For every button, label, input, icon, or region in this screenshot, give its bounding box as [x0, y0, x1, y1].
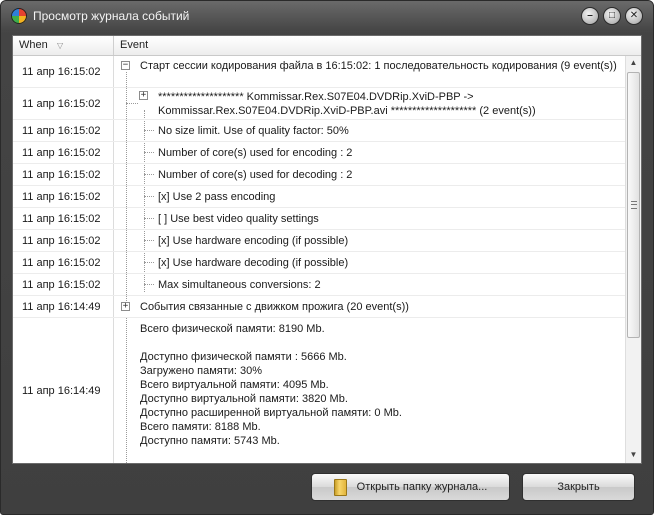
- close-button[interactable]: Закрыть: [522, 473, 635, 501]
- row-event: [x] Use 2 pass encoding: [158, 191, 276, 203]
- column-header-when-label: When: [19, 39, 48, 51]
- tree-branch: [144, 262, 154, 263]
- row-event: No size limit. Use of quality factor: 50…: [158, 125, 349, 137]
- row-event: Max simultaneous conversions: 2: [158, 279, 321, 291]
- title-bar[interactable]: Просмотр журнала событий – □ ✕: [1, 1, 653, 31]
- maximize-button[interactable]: □: [603, 7, 621, 25]
- row-event: Number of core(s) used for encoding : 2: [158, 147, 353, 159]
- table-row[interactable]: 11 апр 16:15:02 No size limit. Use of qu…: [13, 120, 625, 142]
- table-row[interactable]: 11 апр 16:15:02 [x] Use hardware encodin…: [13, 230, 625, 252]
- grip-icon: [631, 201, 637, 209]
- row-time: 11 апр 16:15:02: [13, 274, 114, 295]
- row-time: 11 апр 16:14:49: [13, 318, 114, 463]
- tree-branch: [144, 174, 154, 175]
- row-time: 11 апр 16:15:02: [13, 208, 114, 229]
- scroll-up-icon[interactable]: ▲: [626, 56, 641, 70]
- app-icon: [11, 8, 27, 24]
- table-row[interactable]: 11 апр 16:14:49 Всего физической памяти:…: [13, 318, 625, 463]
- table-row[interactable]: 11 апр 16:15:02 [ ] Use best video quali…: [13, 208, 625, 230]
- tree-branch: [126, 103, 138, 104]
- column-header-when[interactable]: When ▽: [13, 36, 114, 55]
- column-header-event[interactable]: Event: [114, 36, 625, 55]
- row-time: 11 апр 16:15:02: [13, 120, 114, 141]
- scroll-down-icon[interactable]: ▼: [626, 448, 641, 462]
- close-window-button[interactable]: ✕: [625, 7, 643, 25]
- table-row[interactable]: 11 апр 16:15:02 Max simultaneous convers…: [13, 274, 625, 296]
- table-row[interactable]: 11 апр 16:15:02 + ******************** K…: [13, 88, 625, 120]
- table-row[interactable]: 11 апр 16:15:02 Number of core(s) used f…: [13, 164, 625, 186]
- open-log-folder-button[interactable]: Открыть папку журнала...: [311, 473, 510, 501]
- tree-branch: [144, 130, 154, 131]
- row-event: [x] Use hardware encoding (if possible): [158, 235, 349, 247]
- table-row[interactable]: 11 апр 16:15:02 Number of core(s) used f…: [13, 142, 625, 164]
- collapse-toggle-icon[interactable]: −: [121, 61, 130, 70]
- event-log-window: Просмотр журнала событий – □ ✕ When ▽ Ev…: [0, 0, 654, 515]
- row-time: 11 апр 16:15:02: [13, 252, 114, 273]
- tree-branch: [144, 240, 154, 241]
- log-rows: 11 апр 16:15:02 − Старт сессии кодирован…: [13, 56, 625, 463]
- tree-branch: [144, 196, 154, 197]
- row-event: [ ] Use best video quality settings: [158, 213, 319, 225]
- sort-arrow-icon: ▽: [57, 41, 64, 50]
- tree-branch: [144, 152, 154, 153]
- row-time: 11 апр 16:15:02: [13, 142, 114, 163]
- row-event: Всего физической памяти: 8190 Mb. Доступ…: [140, 323, 402, 447]
- row-event: [x] Use hardware decoding (if possible): [158, 257, 349, 269]
- event-log-list: When ▽ Event 11 апр 16:15:02 − Старт сес…: [12, 35, 642, 464]
- table-row[interactable]: 11 апр 16:15:02 [x] Use hardware decodin…: [13, 252, 625, 274]
- expand-toggle-icon[interactable]: +: [139, 91, 148, 100]
- row-event: ******************** Kommissar.Rex.S07E0…: [158, 91, 536, 117]
- row-time: 11 апр 16:15:02: [13, 230, 114, 251]
- table-row[interactable]: 11 апр 16:14:49 + События связанные с дв…: [13, 296, 625, 318]
- open-log-folder-label: Открыть папку журнала...: [356, 481, 488, 493]
- row-time: 11 апр 16:15:02: [13, 88, 114, 119]
- row-time: 11 апр 16:15:02: [13, 164, 114, 185]
- tree-branch: [144, 218, 154, 219]
- row-time: 11 апр 16:14:49: [13, 296, 114, 317]
- minimize-button[interactable]: –: [581, 7, 599, 25]
- window-title: Просмотр журнала событий: [33, 9, 190, 23]
- close-button-label: Закрыть: [557, 481, 600, 493]
- row-event: Number of core(s) used for decoding : 2: [158, 169, 353, 181]
- list-header: When ▽ Event: [13, 36, 641, 56]
- table-row[interactable]: 11 апр 16:15:02 − Старт сессии кодирован…: [13, 56, 625, 88]
- folder-icon: [333, 478, 347, 496]
- table-row[interactable]: 11 апр 16:15:02 [x] Use 2 pass encoding: [13, 186, 625, 208]
- row-time: 11 апр 16:15:02: [13, 186, 114, 207]
- row-time: 11 апр 16:15:02: [13, 56, 114, 87]
- row-event: События связанные с движком прожига (20 …: [140, 301, 409, 313]
- expand-toggle-icon[interactable]: +: [121, 302, 130, 311]
- scroll-thumb[interactable]: [627, 72, 640, 338]
- row-event: Старт сессии кодирования файла в 16:15:0…: [140, 60, 617, 72]
- vertical-scrollbar[interactable]: ▲ ▼: [625, 56, 641, 463]
- tree-branch: [144, 284, 154, 285]
